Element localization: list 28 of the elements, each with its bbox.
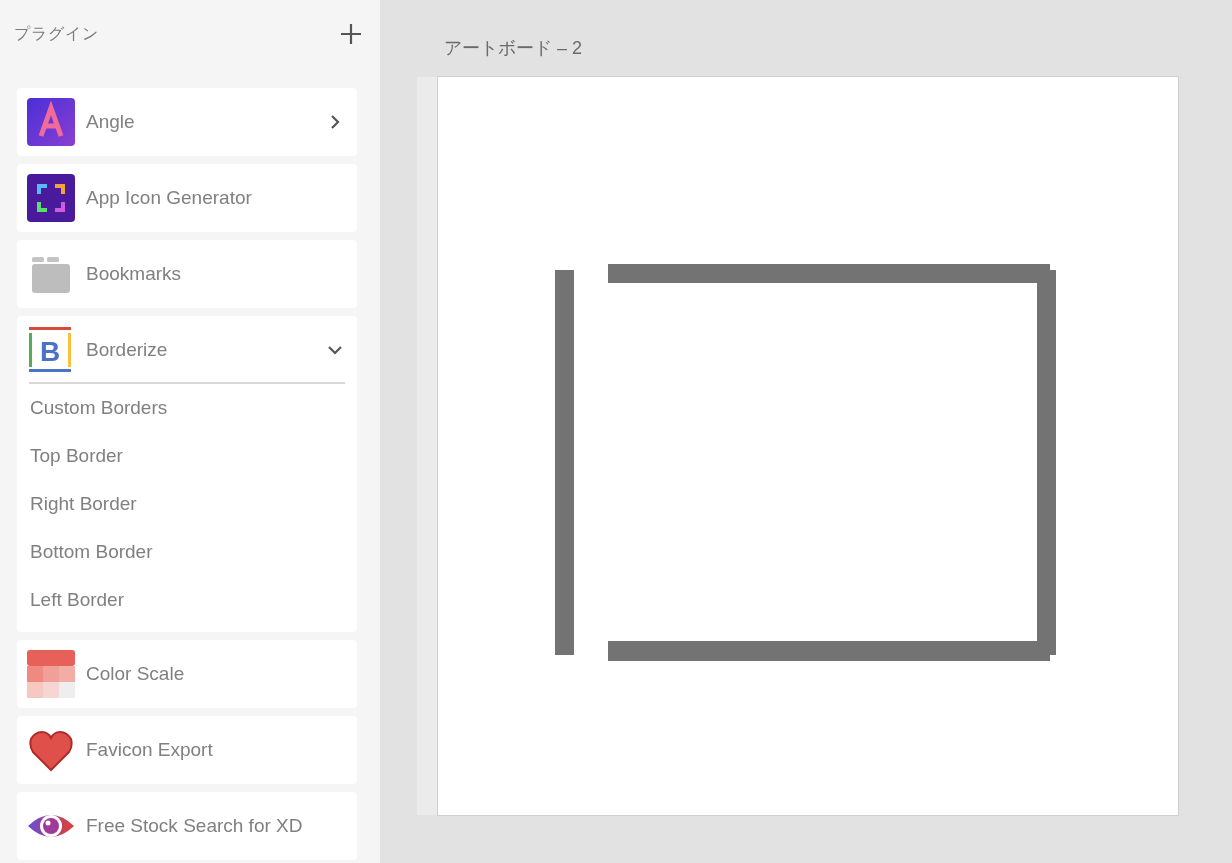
plugin-name: Angle bbox=[86, 111, 136, 133]
plugin-card[interactable]: Favicon Export bbox=[17, 716, 357, 784]
plugin-name: Color Scale bbox=[86, 663, 186, 685]
plugin-card[interactable]: Angle bbox=[17, 88, 357, 156]
color-swatch-grid-icon bbox=[27, 650, 75, 698]
letter-a-icon bbox=[27, 98, 75, 146]
plugin-name: Borderize bbox=[86, 339, 169, 361]
frame-corners-icon bbox=[27, 174, 75, 222]
plugin-card[interactable]: Color Scale bbox=[17, 640, 357, 708]
plugin-command[interactable]: Bottom Border bbox=[17, 528, 357, 576]
plugin-card[interactable]: Free Stock Search for XD bbox=[17, 792, 357, 860]
plugin-command[interactable]: Top Border bbox=[17, 432, 357, 480]
top-bar[interactable] bbox=[608, 264, 1050, 283]
plugin-name: Favicon Export bbox=[86, 739, 214, 761]
panel-title: プラグイン bbox=[14, 23, 99, 44]
plugin-card[interactable]: B Borderize Custom Borders Top Border Right Border Bottom Border Left Border bbox=[17, 316, 357, 632]
plugin-card[interactable]: Bookmarks bbox=[17, 240, 357, 308]
left-bar[interactable] bbox=[555, 270, 574, 655]
add-icon[interactable] bbox=[339, 22, 363, 46]
artboard-title[interactable]: アートボード – 2 bbox=[444, 36, 583, 60]
plugin-command[interactable]: Custom Borders bbox=[17, 384, 357, 432]
plugin-name: Bookmarks bbox=[86, 263, 183, 285]
plugin-command[interactable]: Right Border bbox=[17, 480, 357, 528]
bottom-bar[interactable] bbox=[608, 641, 1050, 661]
plugin-name: Free Stock Search for XD bbox=[86, 815, 304, 837]
plugin-name: App Icon Generator bbox=[86, 187, 253, 209]
plugin-command[interactable]: Left Border bbox=[17, 576, 357, 624]
plugin-card[interactable]: App Icon Generator bbox=[17, 164, 357, 232]
